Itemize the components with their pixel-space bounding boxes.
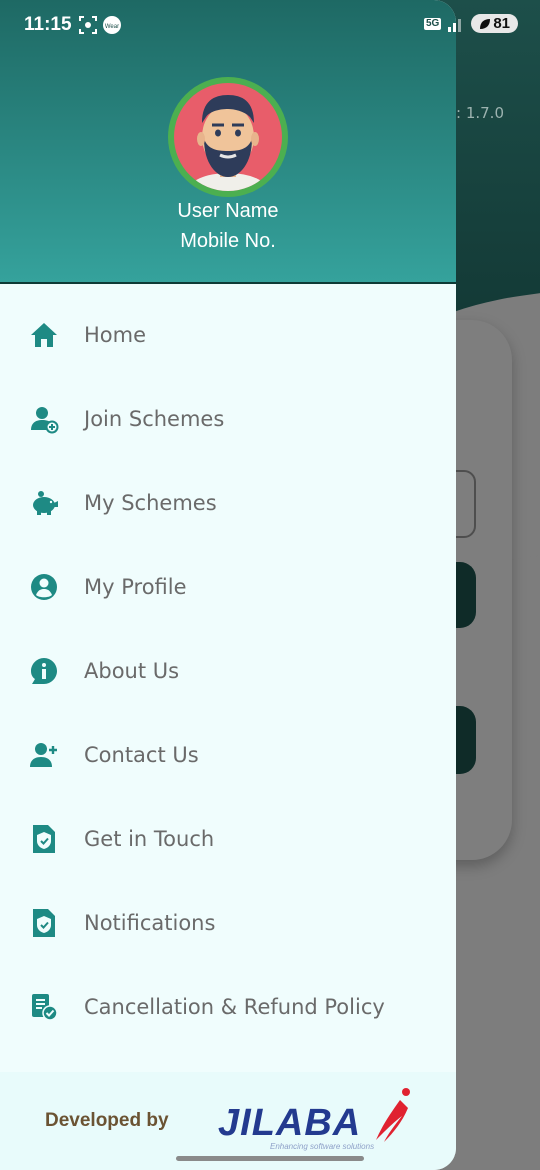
menu-item-join-schemes[interactable]: Join Schemes xyxy=(0,377,456,461)
developed-by-label: Developed by xyxy=(45,1110,169,1131)
contact-icon xyxy=(28,739,60,771)
jilaba-logo[interactable]: JILABA Enhancing software solutions xyxy=(216,1086,416,1156)
user-name: User Name xyxy=(177,200,279,222)
status-time: 11:15 xyxy=(24,14,72,35)
menu-label-my-profile: My Profile xyxy=(84,575,187,599)
menu-label-about-us: About Us xyxy=(84,659,180,683)
policy-doc-icon xyxy=(28,991,60,1023)
menu-item-home[interactable]: Home xyxy=(0,293,456,377)
menu-item-about-us[interactable]: About Us xyxy=(0,629,456,713)
menu-label-get-in-touch: Get in Touch xyxy=(84,827,215,851)
logo-text: JILABA xyxy=(218,1102,362,1144)
menu-label-join-schemes: Join Schemes xyxy=(84,407,225,431)
menu-label-cancellation-refund-policy: Cancellation & Refund Policy xyxy=(84,995,385,1019)
signal-icon xyxy=(448,18,462,32)
logo-tagline: Enhancing software solutions xyxy=(270,1142,375,1151)
svg-text:Wear: Wear xyxy=(105,24,119,30)
menu-item-contact-us[interactable]: Contact Us xyxy=(0,713,456,797)
menu-label-home: Home xyxy=(84,323,147,347)
home-icon xyxy=(28,319,60,351)
menu-item-my-schemes[interactable]: My Schemes xyxy=(0,461,456,545)
home-indicator[interactable] xyxy=(176,1156,364,1161)
menu-item-cancellation-refund-policy[interactable]: Cancellation & Refund Policy xyxy=(0,965,456,1049)
status-bar: 11:15 Wear 5G 81 xyxy=(0,0,540,52)
menu-item-my-profile[interactable]: My Profile xyxy=(0,545,456,629)
menu-label-contact-us: Contact Us xyxy=(84,743,199,767)
user-mobile: Mobile No. xyxy=(180,230,276,252)
avatar-image xyxy=(174,83,282,191)
leaf-icon xyxy=(480,18,491,29)
logo-flame-icon xyxy=(376,1088,410,1142)
profile-icon xyxy=(28,571,60,603)
menu-label-notifications: Notifications xyxy=(84,911,216,935)
piggy-bank-icon xyxy=(28,487,60,519)
wear-app-icon: Wear xyxy=(103,16,121,34)
battery-indicator: 81 xyxy=(471,14,518,33)
battery-level: 81 xyxy=(493,15,510,32)
screenshot-icon xyxy=(79,16,97,34)
user-add-icon xyxy=(28,403,60,435)
bearded-man-icon xyxy=(188,95,268,191)
menu-item-get-in-touch[interactable]: Get in Touch xyxy=(0,797,456,881)
info-icon xyxy=(28,655,60,687)
shield-doc-icon xyxy=(28,907,60,939)
avatar[interactable] xyxy=(168,77,288,197)
navigation-drawer: User Name Mobile No. Home Join Schemes M… xyxy=(0,0,456,1170)
menu-label-my-schemes: My Schemes xyxy=(84,491,217,515)
network-type-icon: 5G xyxy=(423,17,442,30)
menu-item-notifications[interactable]: Notifications xyxy=(0,881,456,965)
app-version: : 1.7.0 xyxy=(456,104,504,122)
shield-doc-icon xyxy=(28,823,60,855)
